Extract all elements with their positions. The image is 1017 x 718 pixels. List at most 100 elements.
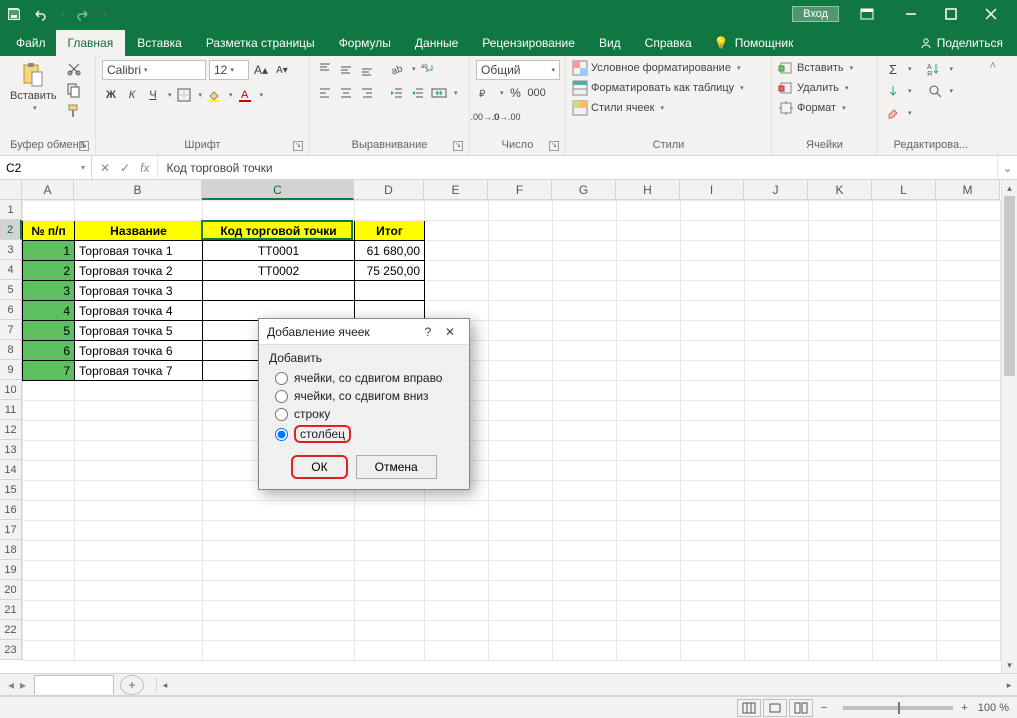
cell[interactable] — [937, 501, 1001, 521]
copy-icon[interactable] — [65, 81, 83, 99]
cell[interactable] — [489, 621, 553, 641]
cell[interactable]: Итог — [355, 221, 425, 241]
cell[interactable] — [489, 541, 553, 561]
wrap-text-icon[interactable]: ab — [419, 60, 437, 78]
column-header[interactable]: M — [936, 180, 1000, 200]
cell[interactable] — [809, 441, 873, 461]
cell[interactable] — [745, 361, 809, 381]
cell[interactable] — [23, 621, 75, 641]
cell[interactable] — [425, 521, 489, 541]
cell[interactable] — [681, 201, 745, 221]
cell[interactable]: Торговая точка 2 — [75, 261, 203, 281]
cell[interactable] — [355, 581, 425, 601]
undo-dropdown-icon[interactable]: ▾ — [61, 10, 65, 18]
cell[interactable] — [23, 541, 75, 561]
cell[interactable]: 61 680,00 — [355, 241, 425, 261]
cell[interactable] — [489, 561, 553, 581]
cell[interactable] — [617, 621, 681, 641]
cell[interactable] — [809, 281, 873, 301]
cell[interactable] — [425, 601, 489, 621]
font-size-combo[interactable]: 12▾ — [209, 60, 249, 80]
orientation-icon[interactable]: ab — [388, 60, 406, 78]
row-header[interactable]: 4 — [0, 260, 22, 280]
cell[interactable] — [617, 241, 681, 261]
redo-icon[interactable] — [75, 6, 91, 22]
cell[interactable] — [873, 261, 937, 281]
cell[interactable] — [617, 561, 681, 581]
cell[interactable]: 5 — [23, 321, 75, 341]
cell[interactable] — [617, 281, 681, 301]
cell[interactable] — [809, 541, 873, 561]
cell[interactable] — [425, 541, 489, 561]
comma-icon[interactable]: 000 — [528, 84, 546, 102]
cell[interactable] — [809, 601, 873, 621]
cell[interactable] — [745, 541, 809, 561]
cell[interactable] — [553, 581, 617, 601]
spreadsheet-grid[interactable]: ABCDEFGHIJKLM 12345678910111213141516171… — [0, 180, 1017, 674]
cell[interactable]: Код торговой точки — [203, 221, 355, 241]
select-all-corner[interactable] — [0, 180, 22, 200]
cell[interactable] — [355, 621, 425, 641]
cell[interactable] — [681, 341, 745, 361]
collapse-ribbon-icon[interactable]: ˄ — [984, 56, 1002, 155]
row-header[interactable]: 2 — [0, 220, 22, 240]
autosum-icon[interactable]: Σ — [884, 60, 902, 78]
dialog-launcher-icon[interactable]: ↘ — [453, 141, 463, 151]
cell[interactable] — [203, 561, 355, 581]
cell[interactable] — [553, 561, 617, 581]
cell[interactable] — [617, 601, 681, 621]
cell[interactable] — [809, 501, 873, 521]
cell[interactable] — [873, 421, 937, 441]
cell[interactable] — [553, 381, 617, 401]
cell[interactable] — [553, 621, 617, 641]
cell[interactable] — [681, 441, 745, 461]
row-header[interactable]: 12 — [0, 420, 22, 440]
cell[interactable] — [873, 581, 937, 601]
cell[interactable] — [617, 381, 681, 401]
cell[interactable] — [873, 201, 937, 221]
align-center-icon[interactable] — [337, 84, 355, 102]
cell[interactable] — [809, 561, 873, 581]
help-icon[interactable]: ? — [417, 325, 439, 339]
cell[interactable] — [617, 521, 681, 541]
cell[interactable] — [23, 561, 75, 581]
cell[interactable] — [355, 561, 425, 581]
cell[interactable] — [681, 281, 745, 301]
cell[interactable] — [553, 541, 617, 561]
cell[interactable]: Торговая точка 7 — [75, 361, 203, 381]
cell[interactable] — [489, 641, 553, 661]
cell[interactable] — [681, 581, 745, 601]
underline-button[interactable]: Ч — [144, 86, 162, 104]
row-header[interactable]: 13 — [0, 440, 22, 460]
column-header[interactable]: J — [744, 180, 808, 200]
insert-cells-button[interactable]: Вставить▾ — [778, 60, 853, 76]
cell[interactable] — [873, 561, 937, 581]
cell[interactable] — [937, 301, 1001, 321]
cell[interactable] — [937, 281, 1001, 301]
italic-button[interactable]: К — [123, 86, 141, 104]
cell[interactable] — [489, 501, 553, 521]
cell[interactable] — [425, 261, 489, 281]
cell[interactable] — [489, 341, 553, 361]
cell[interactable] — [489, 521, 553, 541]
cell[interactable] — [355, 281, 425, 301]
column-header[interactable]: H — [616, 180, 680, 200]
cell[interactable] — [681, 381, 745, 401]
column-header[interactable]: L — [872, 180, 936, 200]
cell[interactable] — [745, 601, 809, 621]
cell[interactable]: Торговая точка 1 — [75, 241, 203, 261]
cell[interactable] — [617, 321, 681, 341]
cell[interactable] — [809, 361, 873, 381]
cell[interactable] — [489, 301, 553, 321]
cell[interactable] — [355, 641, 425, 661]
cell[interactable] — [489, 241, 553, 261]
cell[interactable] — [23, 481, 75, 501]
cell[interactable] — [425, 221, 489, 241]
tab-review[interactable]: Рецензирование — [470, 30, 587, 56]
cell[interactable] — [75, 481, 203, 501]
cell[interactable] — [809, 581, 873, 601]
cell[interactable] — [355, 601, 425, 621]
cell[interactable] — [873, 281, 937, 301]
cell[interactable] — [489, 441, 553, 461]
cell[interactable] — [553, 201, 617, 221]
